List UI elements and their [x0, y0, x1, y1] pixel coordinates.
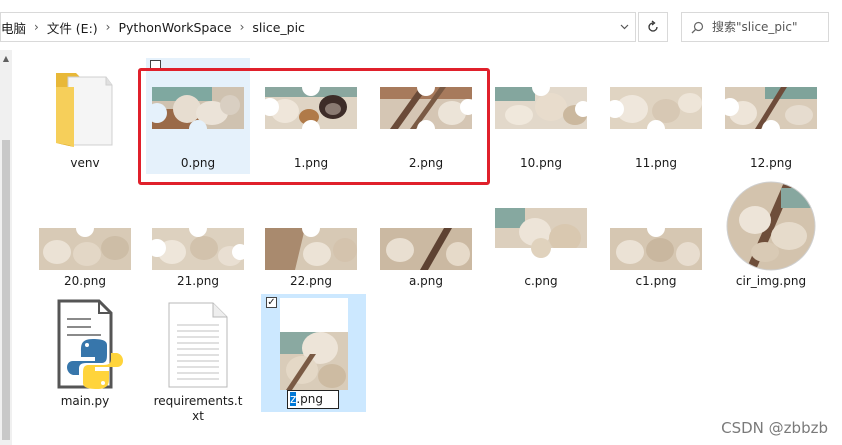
address-history-dropdown[interactable] [612, 12, 636, 42]
image-thumbnail [259, 176, 363, 276]
file-item-21-png[interactable]: 21.png [146, 176, 250, 292]
file-name[interactable]: venv [33, 156, 137, 171]
image-thumbnail [374, 176, 478, 276]
file-item-requirements-txt[interactable]: requirements.txt [146, 294, 250, 423]
refresh-button[interactable] [638, 12, 668, 42]
search-box[interactable] [681, 12, 829, 42]
file-name[interactable]: 22.png [259, 274, 363, 289]
file-name[interactable]: 11.png [604, 156, 708, 171]
file-item-22-png[interactable]: 22.png [259, 176, 363, 292]
file-name[interactable]: a.png [374, 274, 478, 289]
search-input[interactable] [712, 20, 822, 34]
file-item-12-png[interactable]: 12.png [719, 58, 823, 174]
file-name[interactable]: 12.png [719, 156, 823, 171]
image-thumbnail [719, 176, 823, 276]
file-item-z-png[interactable]: ✓ z.png [261, 294, 366, 412]
file-item-cir-img-png[interactable]: cir_img.png [719, 176, 823, 292]
address-box[interactable]: 电脑 › 文件 (E:) › PythonWorkSpace › slice_p… [0, 12, 636, 42]
image-thumbnail [261, 294, 366, 394]
file-name[interactable]: requirements.txt [146, 394, 250, 424]
file-item-main-py[interactable]: main.py [33, 294, 137, 410]
chevron-right-icon[interactable]: › [98, 20, 119, 34]
file-item-venv[interactable]: venv [33, 58, 137, 174]
rename-input[interactable]: z.png [287, 390, 339, 409]
file-name[interactable]: cir_img.png [719, 274, 823, 289]
file-item-20-png[interactable]: 20.png [33, 176, 137, 292]
folder-icon [33, 58, 137, 158]
scroll-up-arrow-icon[interactable]: ▲ [0, 50, 12, 66]
breadcrumb-item-slice-pic[interactable]: slice_pic [252, 20, 305, 35]
rename-extension: .png [296, 392, 323, 406]
text-file-icon [146, 294, 250, 394]
image-thumbnail [489, 58, 593, 158]
image-thumbnail [33, 176, 137, 276]
file-name[interactable]: 20.png [33, 274, 137, 289]
refresh-icon [648, 20, 658, 32]
file-name[interactable]: 10.png [489, 156, 593, 171]
file-item-10-png[interactable]: 10.png [489, 58, 593, 174]
file-item-c1-png[interactable]: c1.png [604, 176, 708, 292]
image-thumbnail [489, 176, 593, 276]
chevron-down-icon [620, 24, 628, 30]
search-icon [682, 21, 712, 34]
image-thumbnail [604, 58, 708, 158]
breadcrumb-item-workspace[interactable]: PythonWorkSpace [118, 20, 231, 35]
breadcrumb-item-drive[interactable]: 文件 (E:) [47, 18, 98, 37]
file-name[interactable]: c1.png [604, 274, 708, 289]
chevron-right-icon[interactable]: › [232, 20, 253, 34]
highlight-box [138, 68, 490, 185]
scroll-thumb[interactable] [2, 140, 10, 440]
file-item-a-png[interactable]: a.png [374, 176, 478, 292]
image-thumbnail [146, 176, 250, 276]
file-name[interactable]: 21.png [146, 274, 250, 289]
image-thumbnail [719, 58, 823, 158]
image-thumbnail [604, 176, 708, 276]
file-name[interactable]: main.py [33, 394, 137, 409]
vertical-scrollbar[interactable]: ▲ [0, 50, 12, 445]
file-name[interactable]: c.png [489, 274, 593, 289]
watermark: CSDN @zbbzb [721, 419, 828, 437]
chevron-right-icon[interactable]: › [26, 20, 47, 34]
python-file-icon [33, 294, 137, 394]
file-item-11-png[interactable]: 11.png [604, 58, 708, 174]
address-bar: 电脑 › 文件 (E:) › PythonWorkSpace › slice_p… [0, 8, 842, 44]
file-item-c-png[interactable]: c.png [489, 176, 593, 292]
breadcrumb-item-pc[interactable]: 电脑 [1, 18, 26, 37]
